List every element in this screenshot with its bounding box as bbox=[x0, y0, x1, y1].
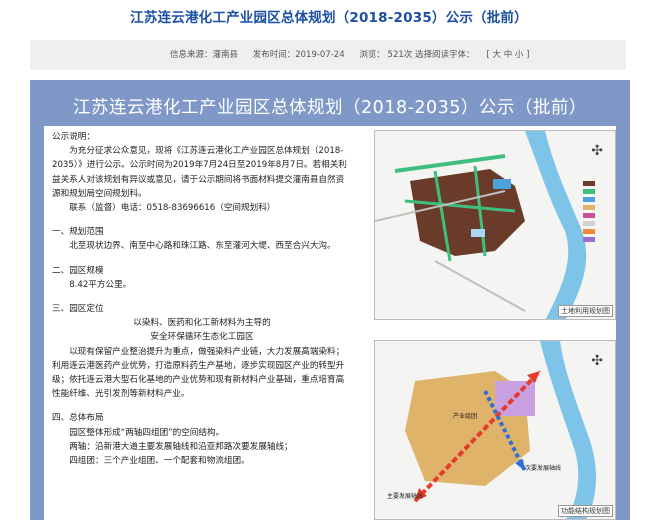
land-use-map: ✣ 土地利用规划图 bbox=[374, 130, 616, 320]
meta-views: 浏览： 521次 选择阅读字体： bbox=[359, 50, 475, 60]
compass-icon: ✣ bbox=[591, 143, 603, 159]
meta-source: 信息来源：灌南县 bbox=[170, 50, 239, 60]
function-map-caption: 功能结构规划图 bbox=[558, 505, 613, 517]
poster-title: 江苏连云港化工产业园区总体规划（2018-2035）公示（批前） bbox=[73, 98, 587, 118]
section-positioning-title: 三、园区定位 bbox=[52, 304, 104, 315]
section-scope-title: 一、规划范围 bbox=[52, 227, 104, 238]
section-scale-title: 二、园区规模 bbox=[52, 265, 104, 276]
notice-poster-image: 江苏连云港化工产业园区总体规划（2018-2035）公示（批前） 公示说明： 为… bbox=[30, 80, 630, 520]
article-meta-bar: 信息来源：灌南县 发布时间：2019-07-24 浏览： 521次 选择阅读字体… bbox=[30, 40, 626, 70]
land-use-map-caption: 土地利用规划图 bbox=[558, 305, 613, 317]
compass-icon: ✣ bbox=[591, 353, 603, 369]
notice-contact: 联系（监督）电话：0518-83696616（空间规划科） bbox=[69, 203, 276, 214]
poster-body: 公示说明： 为充分征求公众意见，现将《江苏连云港化工产业园区总体规划（2018-… bbox=[44, 126, 616, 520]
positioning-line2: 安全环保循环生态化工园区 bbox=[150, 332, 254, 343]
sub-axis-label: 次要发展轴线 bbox=[525, 465, 562, 472]
layout-clusters: 四组团：三个产业组团、一个配套和物流组团。 bbox=[69, 456, 250, 467]
main-axis-label: 主要发展轴线 bbox=[387, 493, 424, 500]
font-size-selector[interactable]: [ 大 中 小 ] bbox=[486, 50, 529, 60]
map-legend bbox=[583, 181, 611, 245]
notice-text: 公示说明： 为充分征求公众意见，现将《江苏连云港化工产业园区总体规划（2018-… bbox=[52, 130, 352, 468]
positioning-line1: 以染料、医药和化工新材料为主导的 bbox=[133, 318, 271, 329]
land-use-map-graphic bbox=[375, 131, 615, 319]
layout-axes: 两轴：沿新港大道主要发展轴线和沿亚邦路次要发展轴线； bbox=[69, 441, 293, 452]
meta-date: 发布时间：2019-07-24 bbox=[252, 50, 345, 60]
cluster-label: 产业组团 bbox=[453, 413, 478, 420]
section-layout-title: 四、总体布局 bbox=[52, 413, 104, 424]
layout-structure: 园区整体形成“两轴四组团”的空间结构。 bbox=[69, 427, 225, 438]
article-title: 江苏连云港化工产业园区总体规划（2018-2035）公示（批前） bbox=[130, 10, 528, 26]
notice-heading: 公示说明： bbox=[52, 132, 95, 142]
section-positioning-body: 以现有保留产业整治提升为重点，做强染料产业链，大力发展高端染料；利用连云港医药产… bbox=[52, 346, 345, 400]
section-scale-body: 8.42平方公里。 bbox=[69, 279, 132, 290]
section-scope-body: 北至现状边界、南至中心路和珠江路、东至灌河大堤、西至合兴大沟。 bbox=[69, 241, 336, 252]
notice-body: 为充分征求公众意见，现将《江苏连云港化工产业园区总体规划（2018-2035）》… bbox=[52, 146, 347, 199]
function-structure-map: ✣ 产业组团 主要发展轴线 次要发展轴线 功能结构规划图 bbox=[374, 340, 616, 520]
